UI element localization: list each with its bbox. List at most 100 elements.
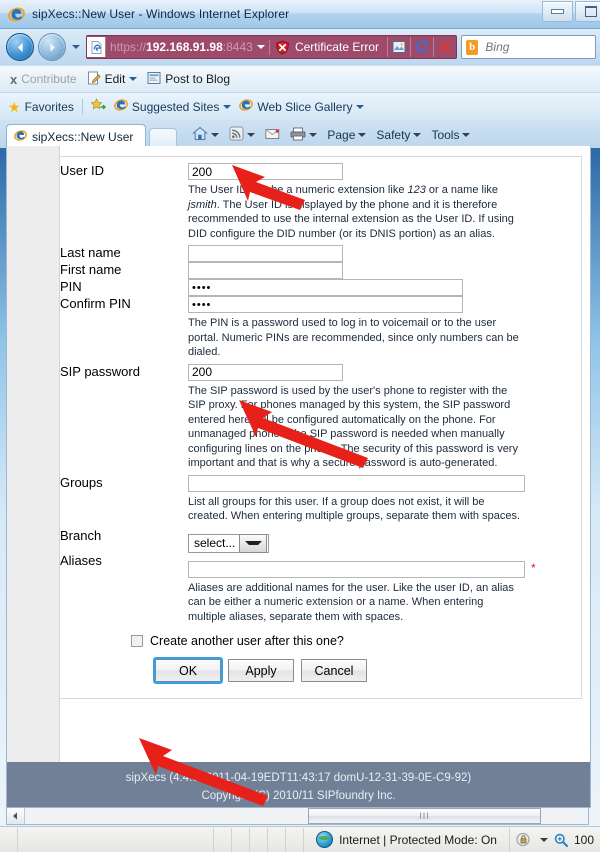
x-icon: x <box>10 71 18 87</box>
scrollbar-thumb[interactable]: III <box>308 808 541 824</box>
feeds-icon <box>229 126 244 144</box>
search-input[interactable] <box>483 39 591 55</box>
contribute-button[interactable]: x Contribute <box>10 72 77 87</box>
branch-select[interactable]: select... <box>188 533 270 553</box>
user-id-help-text: The User ID can be a numeric extension l… <box>188 184 514 240</box>
cancel-button[interactable]: Cancel <box>301 659 367 682</box>
favorites-bar: ★ Favorites Suggested Sites Web Slice Ga… <box>0 92 600 120</box>
branch-selected-value: select... <box>194 536 236 550</box>
stop-icon[interactable] <box>433 37 456 57</box>
add-favorite-icon <box>90 98 107 115</box>
security-zone-indicator[interactable]: Internet | Protected Mode: On <box>304 831 509 848</box>
field-row-aliases: Aliases * Aliases are additional names f… <box>60 553 571 629</box>
address-bar-url[interactable]: https://192.168.91.98:8443/sipxconf <box>106 40 253 54</box>
post-to-blog-button[interactable]: Post to Blog <box>147 71 230 88</box>
chevron-down-icon[interactable] <box>539 837 548 842</box>
address-bar[interactable]: https://192.168.91.98:8443/sipxconf Cert… <box>86 35 457 59</box>
user-id-input[interactable] <box>188 163 343 180</box>
aliases-label: Aliases <box>60 552 102 568</box>
ie-icon <box>239 98 254 115</box>
edit-button[interactable]: Edit <box>87 71 138 88</box>
toolbar-divider <box>81 98 83 115</box>
suggested-sites-button[interactable]: Suggested Sites <box>113 98 232 115</box>
create-another-user-row: Create another user after this one? <box>60 628 571 648</box>
read-mail-button[interactable] <box>261 127 284 144</box>
privacy-lock-icon[interactable] <box>516 832 534 848</box>
first-name-input[interactable] <box>188 262 343 279</box>
zoom-level-label[interactable]: 100 <box>574 833 594 847</box>
scroll-left-button[interactable] <box>7 808 25 824</box>
last-name-input[interactable] <box>188 245 343 262</box>
edit-icon <box>87 71 101 88</box>
groups-input[interactable] <box>188 474 525 492</box>
bing-logo-icon: b <box>466 39 479 55</box>
first-name-label: First name <box>60 262 122 277</box>
certificate-error-icon <box>275 39 290 55</box>
page-icon <box>87 37 106 57</box>
tools-menu-label: Tools <box>431 128 460 142</box>
create-another-user-label: Create another user after this one? <box>150 634 344 648</box>
grip-icon: III <box>419 811 430 821</box>
confirm-pin-input[interactable] <box>188 296 463 313</box>
create-another-user-checkbox[interactable] <box>131 635 143 647</box>
tab-label: sipXecs::New User <box>32 129 134 144</box>
footer-copyright: Copyright (C) 2010/11 SIPfoundry Inc. <box>201 790 396 802</box>
compatibility-view-icon[interactable] <box>387 37 410 57</box>
horizontal-scrollbar[interactable]: III <box>6 807 589 825</box>
field-row-pin: PIN <box>60 279 571 296</box>
maximize-button[interactable] <box>575 1 600 22</box>
chevron-down-icon <box>256 45 265 49</box>
scrollbar-track[interactable]: III <box>25 808 588 824</box>
new-user-form: User ID The User ID can be a numeric ext… <box>60 156 582 699</box>
web-slice-gallery-label: Web Slice Gallery <box>257 99 353 114</box>
address-dropdown-button[interactable] <box>253 45 269 49</box>
pin-input[interactable] <box>188 279 463 296</box>
zoom-icon[interactable] <box>554 833 568 847</box>
ie-logo-icon <box>8 6 25 23</box>
recent-pages-dropdown[interactable] <box>70 35 82 59</box>
minimize-button[interactable] <box>542 1 573 22</box>
sip-password-input[interactable] <box>188 363 343 381</box>
sip-password-help-text: The SIP password is used by the user's p… <box>188 384 518 470</box>
contribute-toolbar: x Contribute Edit Post to Blog <box>0 65 600 92</box>
feeds-button[interactable] <box>225 125 259 145</box>
safety-menu-button[interactable]: Safety <box>372 127 425 143</box>
read-mail-icon <box>265 128 280 143</box>
refresh-icon[interactable] <box>410 37 433 57</box>
contribute-label: Contribute <box>21 72 77 86</box>
back-button[interactable] <box>6 33 34 61</box>
chevron-down-icon <box>211 133 220 137</box>
add-to-favorites-bar-button[interactable] <box>90 98 107 115</box>
web-slice-gallery-button[interactable]: Web Slice Gallery <box>239 98 365 115</box>
suggested-sites-label: Suggested Sites <box>131 99 220 114</box>
chevron-down-icon <box>129 77 138 81</box>
aliases-help-text: Aliases are additional names for the use… <box>188 581 514 623</box>
url-host: 192.168.91.98 <box>146 40 223 54</box>
post-to-blog-label: Post to Blog <box>165 72 231 86</box>
certificate-error-indicator[interactable]: Certificate Error <box>268 39 387 55</box>
ok-button[interactable]: OK <box>153 657 223 684</box>
sidebar-panel <box>7 146 60 762</box>
tools-menu-button[interactable]: Tools <box>427 127 474 143</box>
chevron-down-icon[interactable] <box>239 533 268 553</box>
chevron-down-icon <box>413 133 422 137</box>
favorites-button[interactable]: ★ Favorites <box>8 100 74 114</box>
chevron-down-icon <box>72 45 80 49</box>
forward-button[interactable] <box>38 33 66 61</box>
print-button[interactable] <box>286 126 321 145</box>
field-row-first-name: First name <box>60 262 571 279</box>
new-tab-button[interactable] <box>149 128 178 148</box>
footer-version: sipXecs (4.4.0- 2011-04-19EDT11:43:17 do… <box>125 772 472 784</box>
page-menu-button[interactable]: Page <box>323 127 370 143</box>
status-cell <box>286 827 305 852</box>
chevron-down-icon <box>247 133 256 137</box>
apply-button[interactable]: Apply <box>228 659 294 682</box>
aliases-input[interactable] <box>188 560 525 578</box>
tab-sipxecs-new-user[interactable]: sipXecs::New User <box>6 124 147 148</box>
home-icon <box>192 126 209 144</box>
navigation-bar: https://192.168.91.98:8443/sipxconf Cert… <box>0 29 600 65</box>
search-box[interactable]: b <box>461 35 596 59</box>
home-button[interactable] <box>188 125 223 145</box>
field-row-user-id: User ID The User ID can be a numeric ext… <box>60 163 571 245</box>
url-path: :8443/sipxconf <box>222 40 253 54</box>
